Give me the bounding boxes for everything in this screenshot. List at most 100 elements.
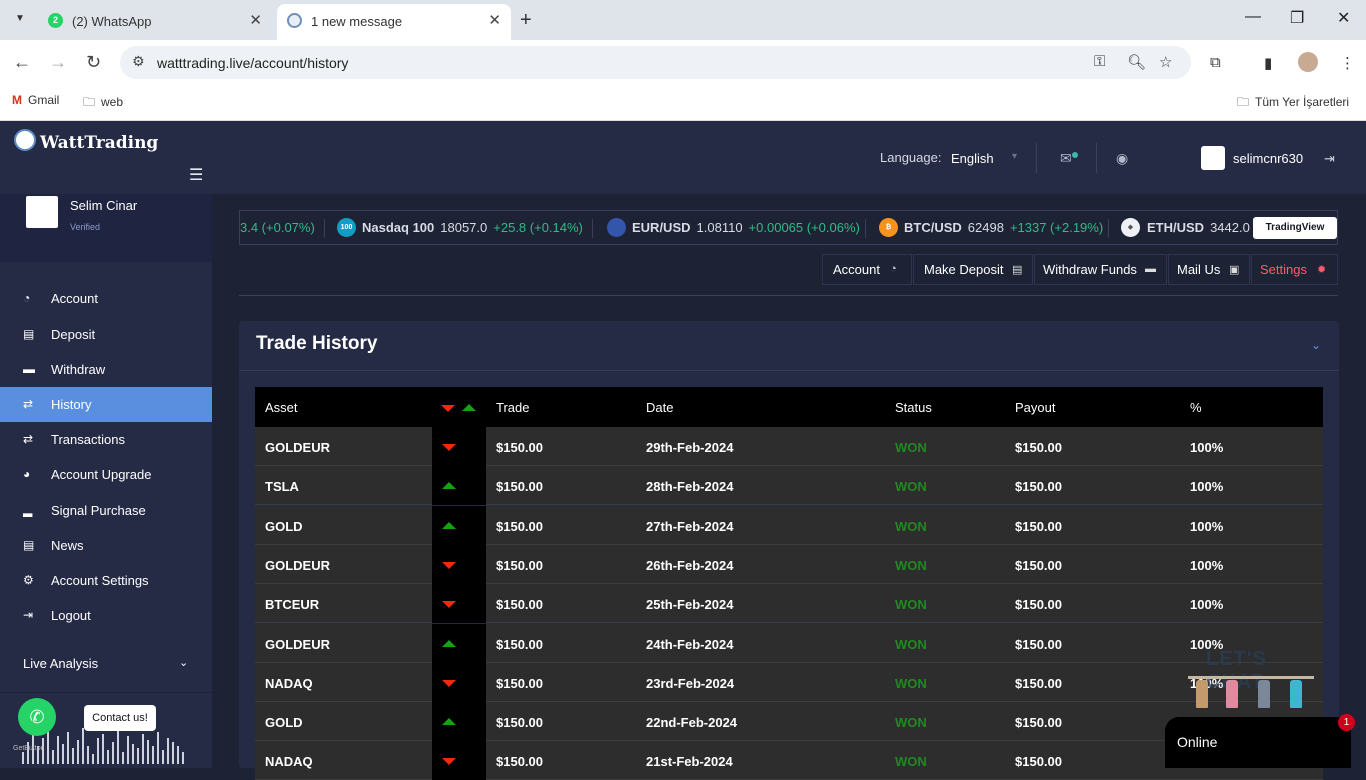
mail-icon[interactable]: ✉ (1060, 150, 1072, 167)
table-row[interactable]: GOLDEUR $150.00 29th-Feb-2024 WON $150.00 100… (255, 427, 1323, 466)
cell-date: 28th-Feb-2024 (646, 479, 734, 495)
bookmark-gmail[interactable]: M Gmail (12, 93, 59, 107)
ticker-item[interactable]: Nasdaq 100 18057.0 +25.8 (+0.14%) (362, 220, 583, 235)
language-select[interactable]: English (951, 151, 994, 166)
profile-avatar-icon[interactable] (1298, 52, 1318, 72)
fingerprint-icon[interactable]: ◉ (1116, 150, 1128, 167)
contact-us-bubble[interactable]: Contact us! (84, 705, 156, 731)
sign-out-icon[interactable]: ⇥ (1324, 151, 1335, 167)
extensions-icon[interactable]: ⧉ (1210, 54, 1221, 71)
all-bookmarks[interactable]: 🗀 Tüm Yer İşaretleri (1237, 93, 1349, 114)
ticker-item[interactable]: EUR/USD 1.08110 +0.00065 (+0.06%) (632, 220, 860, 235)
sidebar-item-label: Signal Purchase (51, 503, 146, 518)
column-header-percent[interactable]: % (1190, 400, 1202, 415)
chevron-down-icon[interactable]: ⌄ (1311, 338, 1321, 352)
quicknav-mail-us[interactable]: Mail Us ▣ (1168, 254, 1250, 285)
table-row[interactable]: GOLD $150.00 27th-Feb-2024 WON $150.00 100% (255, 505, 1323, 545)
live-analysis[interactable]: Live Analysis (23, 656, 98, 671)
password-key-icon[interactable]: ⚿ (1094, 53, 1105, 70)
sort-arrows-icon[interactable] (441, 404, 481, 412)
tab-search-icon[interactable]: ▼ (9, 8, 31, 30)
quicknav-withdraw-funds[interactable]: Withdraw Funds ▬ (1034, 254, 1167, 285)
side-panel-icon[interactable]: ▮ (1264, 54, 1272, 72)
cell-date: 29th-Feb-2024 (646, 440, 734, 455)
forward-icon[interactable]: → (49, 52, 67, 73)
table-row[interactable]: GOLDEUR $150.00 26th-Feb-2024 WON $150.00 100… (255, 544, 1323, 584)
chevron-down-icon[interactable]: ▾ (1012, 151, 1017, 162)
ticker-item[interactable]: ETH/USD 3442.0 (1147, 220, 1250, 235)
sidebar-scrollbar[interactable] (212, 194, 218, 768)
bookmark-web[interactable]: 🗀 web (83, 93, 123, 114)
omnibox[interactable]: ⚙ watttrading.live/account/history ⚿ 🔍︎ … (120, 46, 1191, 79)
sidebar-item-account-upgrade[interactable]: ◕ Account Upgrade (0, 457, 212, 492)
chevron-down-icon[interactable]: ⌄ (179, 656, 188, 669)
sidebar-item-deposit[interactable]: ▤ Deposit (0, 317, 212, 352)
sidebar-item-account-settings[interactable]: ⚙ Account Settings (0, 563, 212, 598)
getbutton-credit[interactable]: GetButton (13, 745, 45, 752)
tab-title: 1 new message (311, 14, 403, 29)
tab-title: (2) WhatsApp (72, 14, 152, 29)
lets-chat-banner[interactable]: LET'S CHAT (1188, 648, 1314, 712)
column-header-trade[interactable]: Trade (496, 400, 529, 415)
sidebar-item-withdraw[interactable]: ▬ Withdraw (0, 352, 212, 387)
table-row[interactable]: GOLDEUR $150.00 24th-Feb-2024 WON $150.00 100… (255, 623, 1323, 663)
cell-asset: GOLD (265, 715, 303, 731)
table-row[interactable]: BTCEUR $150.00 25th-Feb-2024 WON $150.00 100% (255, 584, 1323, 624)
sidebar-item-news[interactable]: ▤ News (0, 528, 212, 563)
table-row[interactable]: NADAQ$150.0021st-Feb-2024WON$150.00100% (255, 741, 1323, 780)
hamburger-menu-icon[interactable]: ☰ (189, 165, 203, 185)
cell-trade: $150.00 (496, 518, 543, 534)
direction-cell (432, 662, 486, 702)
site-info-icon[interactable]: ⚙ (132, 53, 145, 70)
reload-icon[interactable]: ↻ (86, 52, 101, 73)
cell-status: WON (895, 597, 927, 613)
column-header-date[interactable]: Date (646, 400, 673, 415)
restore-icon[interactable]: ❐ (1290, 8, 1304, 28)
close-tab-icon[interactable]: ✕ (249, 11, 262, 29)
quicknav-account[interactable]: Account ◔ (822, 254, 912, 285)
divider (592, 219, 593, 238)
minimize-icon[interactable]: — (1245, 8, 1261, 26)
table-row[interactable]: TSLA $150.00 28th-Feb-2024 WON $150.00 100% (255, 466, 1323, 506)
new-tab-icon[interactable]: + (520, 9, 532, 32)
cell-percent: 100% (1190, 479, 1224, 495)
cell-asset: GOLDEUR (265, 440, 330, 455)
close-window-icon[interactable]: ✕ (1337, 8, 1350, 28)
sidebar-item-label: Account Settings (51, 573, 149, 588)
table-row[interactable]: NADAQ$150.0023rd-Feb-2024WON$150.00100% (255, 662, 1323, 702)
direction-cell (432, 702, 486, 742)
user-avatar[interactable] (1201, 146, 1225, 170)
tab-whatsapp[interactable]: 2 (2) WhatsApp ✕ (38, 4, 272, 40)
sidebar-item-history[interactable]: ⇄ History (0, 387, 212, 422)
whatsapp-icon[interactable]: ✆ (18, 698, 56, 736)
url-text[interactable]: watttrading.live/account/history (157, 55, 348, 71)
tab-active[interactable]: 1 new message ✕ (277, 4, 511, 40)
quicknav-settings[interactable]: Settings ✹ (1251, 254, 1338, 285)
column-header-status[interactable]: Status (895, 400, 932, 415)
back-icon[interactable]: ← (13, 52, 31, 73)
zoom-icon[interactable]: 🔍︎ (1127, 53, 1146, 71)
menu-kebab-icon[interactable]: ⋮ (1340, 54, 1355, 72)
quicknav-make-deposit[interactable]: Make Deposit ▤ (913, 254, 1033, 285)
sidebar-item-logout[interactable]: ⇥ Logout (0, 598, 212, 633)
sidebar-item-signal-purchase[interactable]: ▂ Signal Purchase (0, 493, 212, 528)
cell-payout: $150.00 (1015, 479, 1062, 495)
chat-widget[interactable]: Online (1165, 717, 1351, 768)
cell-trade: $150.00 (496, 557, 543, 573)
username[interactable]: selimcnr630 (1233, 151, 1303, 166)
sidebar-item-account[interactable]: ◔ Account (0, 281, 212, 316)
cogs-icon: ⚙ (23, 573, 34, 587)
person-icon (1258, 680, 1270, 708)
tradingview-badge[interactable]: TradingView (1253, 217, 1337, 239)
table-row[interactable]: GOLD$150.0022nd-Feb-2024WON$150.00100% (255, 702, 1323, 742)
bookmark-star-icon[interactable]: ☆ (1159, 53, 1172, 71)
cell-trade: $150.00 (496, 675, 543, 691)
column-header-payout[interactable]: Payout (1015, 400, 1055, 415)
direction-cell (432, 741, 486, 780)
sidebar-item-transactions[interactable]: ⇄ Transactions (0, 422, 212, 457)
column-header-asset[interactable]: Asset (265, 400, 298, 415)
divider (1096, 143, 1097, 173)
ticker-item[interactable]: BTC/USD 62498 +1337 (+2.19%) (904, 220, 1103, 235)
cell-status: WON (895, 557, 927, 573)
close-tab-icon[interactable]: ✕ (488, 11, 501, 29)
